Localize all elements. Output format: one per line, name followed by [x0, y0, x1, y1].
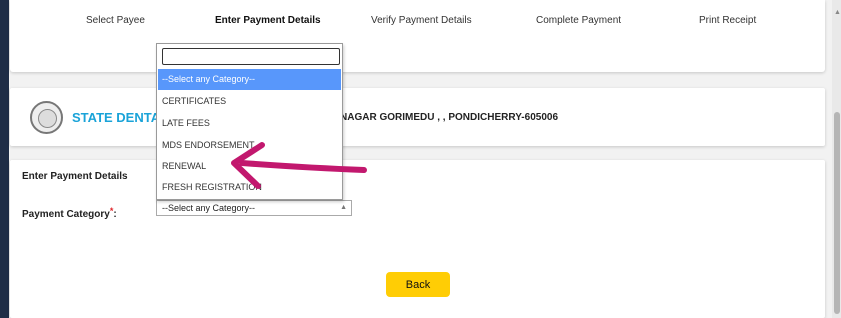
- seal-emblem: [38, 109, 57, 128]
- payment-category-label: Payment Category*:: [22, 206, 117, 220]
- required-asterisk: *: [109, 206, 114, 216]
- scroll-up-icon[interactable]: ▲: [834, 9, 841, 16]
- category-dropdown: --Select any Category-- CERTIFICATES LAT…: [156, 43, 343, 200]
- dropdown-search-input[interactable]: [162, 48, 340, 65]
- scrollbar-thumb[interactable]: [834, 112, 840, 314]
- back-button[interactable]: Back: [386, 272, 450, 297]
- section-title: Enter Payment Details: [22, 171, 128, 182]
- organization-address: NAGAR GORIMEDU , , PONDICHERRY-605006: [340, 112, 559, 123]
- dropdown-option-mds-endorsement[interactable]: MDS ENDORSEMENT: [158, 135, 341, 156]
- caret-up-icon: ▲: [340, 204, 347, 211]
- step-print-receipt[interactable]: Print Receipt: [699, 15, 756, 26]
- payment-category-select[interactable]: --Select any Category-- ▲: [156, 200, 352, 216]
- payment-steps-bar: Select Payee Enter Payment Details Verif…: [10, 0, 825, 72]
- step-verify-payment-details[interactable]: Verify Payment Details: [371, 15, 472, 26]
- step-select-payee[interactable]: Select Payee: [86, 15, 145, 26]
- label-colon: :: [113, 209, 117, 220]
- organization-header: STATE DENTAL NAGAR GORIMEDU , , PONDICHE…: [10, 88, 825, 146]
- dropdown-option-renewal[interactable]: RENEWAL: [158, 156, 341, 177]
- step-enter-payment-details[interactable]: Enter Payment Details: [215, 15, 321, 26]
- dropdown-option-late-fees[interactable]: LATE FEES: [158, 113, 341, 134]
- dropdown-option-fresh-registration[interactable]: FRESH REGISTRATION: [158, 177, 341, 198]
- institution-seal-icon: [30, 101, 63, 134]
- payment-category-selected-value: --Select any Category--: [162, 203, 256, 213]
- dropdown-option-certificates[interactable]: CERTIFICATES: [158, 91, 341, 112]
- payment-details-form: Enter Payment Details Payment Category*:…: [10, 160, 825, 318]
- window-frame: [0, 0, 9, 318]
- dropdown-option-select-any[interactable]: --Select any Category--: [158, 69, 341, 90]
- organization-name: STATE DENTAL: [72, 110, 169, 125]
- step-complete-payment[interactable]: Complete Payment: [536, 15, 621, 26]
- payment-category-label-text: Payment Category: [22, 209, 110, 220]
